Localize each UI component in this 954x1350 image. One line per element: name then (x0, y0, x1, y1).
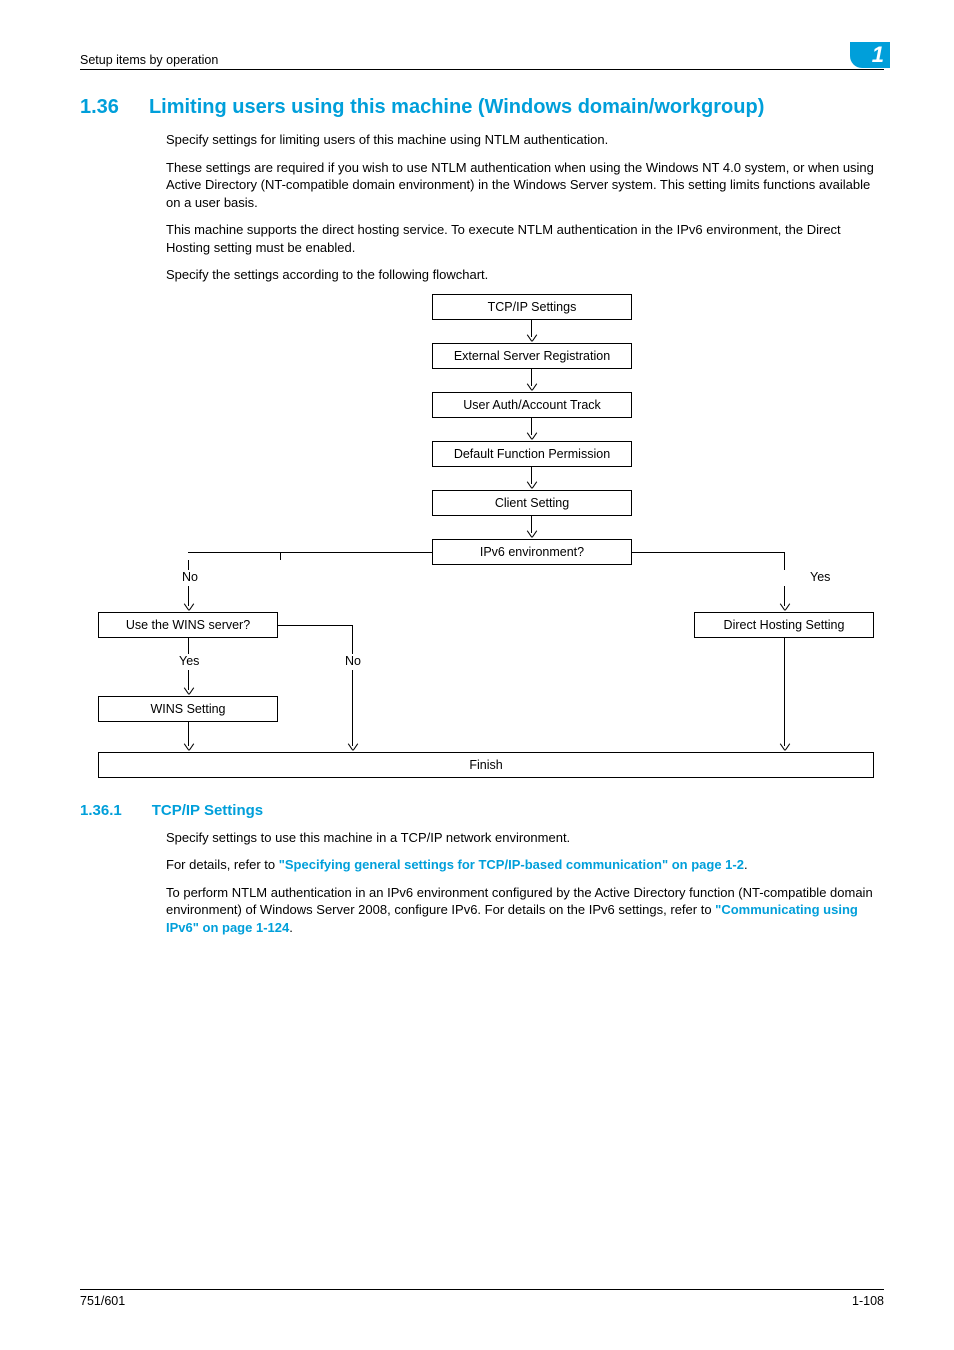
subsection-body: Specify settings to use this machine in … (166, 829, 886, 937)
flowchart: TCP/IP Settings External Server Registra… (80, 294, 888, 784)
fc-client: Client Setting (432, 490, 632, 516)
running-head: Setup items by operation 1 (80, 42, 884, 70)
subsection-title: TCP/IP Settings (152, 802, 263, 819)
footer-left: 751/601 (80, 1294, 125, 1308)
sec-p3-b: . (289, 920, 293, 935)
sec-p2-a: For details, refer to (166, 857, 279, 872)
intro-block: Specify settings for limiting users of t… (166, 131, 886, 284)
fc-winsset: WINS Setting (98, 696, 278, 722)
fc-tcpip: TCP/IP Settings (432, 294, 632, 320)
section-heading: 1.36 Limiting users using this machine (… (80, 96, 884, 119)
section-number: 1.36 (80, 96, 119, 119)
subsection-number: 1.36.1 (80, 802, 122, 819)
sec-p2: For details, refer to "Specifying genera… (166, 856, 886, 874)
sec-p2-b: . (744, 857, 748, 872)
page-footer: 751/601 1-108 (80, 1289, 884, 1308)
fc-finish: Finish (98, 752, 874, 778)
fc-userauth: User Auth/Account Track (432, 392, 632, 418)
fc-winsq: Use the WINS server? (98, 612, 278, 638)
sec-p3: To perform NTLM authentication in an IPv… (166, 884, 886, 937)
fc-yes2: Yes (177, 654, 201, 668)
intro-p4: Specify the settings according to the fo… (166, 266, 886, 284)
sec-p1: Specify settings to use this machine in … (166, 829, 886, 847)
intro-p1: Specify settings for limiting users of t… (166, 131, 886, 149)
subsection-heading: 1.36.1 TCP/IP Settings (80, 802, 884, 819)
chapter-tab: 1 (850, 42, 890, 68)
page: Setup items by operation 1 1.36 Limiting… (0, 0, 954, 1350)
link-tcpip-settings[interactable]: "Specifying general settings for TCP/IP-… (279, 857, 744, 872)
fc-directh: Direct Hosting Setting (694, 612, 874, 638)
intro-p3: This machine supports the direct hosting… (166, 221, 886, 256)
fc-no: No (180, 570, 200, 584)
footer-right: 1-108 (852, 1294, 884, 1308)
fc-yes: Yes (808, 570, 832, 584)
fc-defperm: Default Function Permission (432, 441, 632, 467)
running-head-text: Setup items by operation (80, 53, 218, 67)
intro-p2: These settings are required if you wish … (166, 159, 886, 212)
fc-extsrv: External Server Registration (432, 343, 632, 369)
fc-ipv6q: IPv6 environment? (432, 539, 632, 565)
section-title: Limiting users using this machine (Windo… (149, 96, 764, 119)
fc-no2: No (343, 654, 363, 668)
